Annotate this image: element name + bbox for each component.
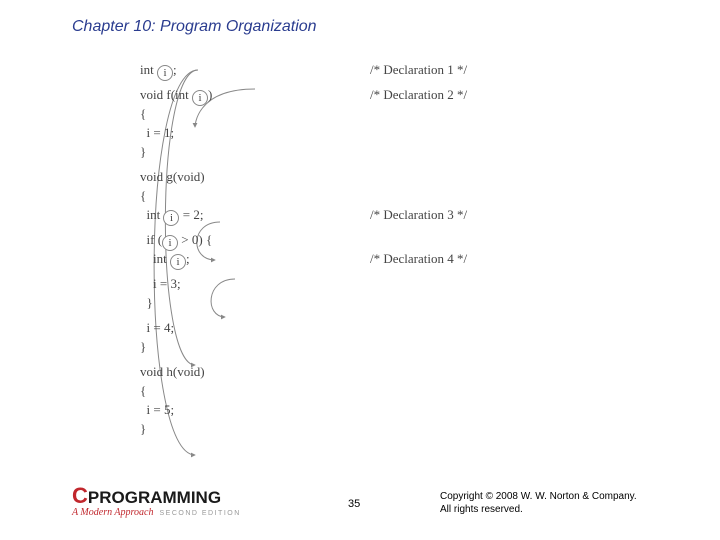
semicolon: ; [173, 62, 177, 77]
logo-c-letter: C [72, 483, 88, 508]
stmt-i5: i = 5; [140, 400, 370, 419]
var-i-decl4: i [170, 254, 186, 270]
brace-close-f: } [140, 142, 370, 161]
semicolon4: ; [186, 251, 190, 266]
copyright-line2: All rights reserved. [440, 503, 637, 516]
comment-decl3: /* Declaration 3 */ [370, 205, 467, 224]
cond-tail: > 0) { [178, 232, 212, 247]
logo-edition: SECOND EDITION [159, 510, 240, 517]
logo-subtitle: A Modern Approach [72, 507, 153, 518]
kw-int-inner: int [140, 251, 170, 266]
comment-decl4: /* Declaration 4 */ [370, 249, 467, 268]
code-line-if: if (i > 0) { [140, 230, 370, 249]
kw-int: int [140, 62, 157, 77]
copyright-line1: Copyright © 2008 W. W. Norton & Company. [440, 490, 637, 503]
code-line-g-sig: void g(void) [140, 167, 370, 186]
book-logo: CPROGRAMMING A Modern Approach SECOND EDI… [72, 483, 241, 518]
page-number: 35 [348, 498, 360, 510]
kw-if: if ( [140, 232, 162, 247]
code-diagram: int i; /* Declaration 1 */ void f(int i)… [140, 60, 660, 438]
stmt-i4: i = 4; [140, 318, 370, 337]
brace-open-f: { [140, 104, 370, 123]
brace-close-h: } [140, 419, 370, 438]
paren-close: ) [208, 87, 212, 102]
stmt-i1: i = 1; [140, 123, 370, 142]
brace-open-g: { [140, 186, 370, 205]
copyright-notice: Copyright © 2008 W. W. Norton & Company.… [440, 490, 637, 516]
code-line-decl1: int i; [140, 60, 370, 79]
stmt-i3: i = 3; [140, 274, 370, 293]
var-i-decl3: i [163, 210, 179, 226]
kw-int-g: int [140, 207, 163, 222]
code-line-f-sig: void f(int i) [140, 85, 370, 104]
comment-decl1: /* Declaration 1 */ [370, 60, 467, 79]
brace-close-if: } [140, 293, 370, 312]
chapter-title: Chapter 10: Program Organization [72, 18, 317, 36]
logo-programming: PROGRAMMING [88, 488, 221, 507]
brace-close-g: } [140, 337, 370, 356]
code-line-h-sig: void h(void) [140, 362, 370, 381]
assign2: = 2; [179, 207, 203, 222]
code-line-decl4: int i; [140, 249, 370, 268]
var-i-decl1: i [157, 65, 173, 81]
code-line-decl3: int i = 2; [140, 205, 370, 224]
brace-open-h: { [140, 381, 370, 400]
comment-decl2: /* Declaration 2 */ [370, 85, 467, 104]
kw-voidf: void f(int [140, 87, 192, 102]
